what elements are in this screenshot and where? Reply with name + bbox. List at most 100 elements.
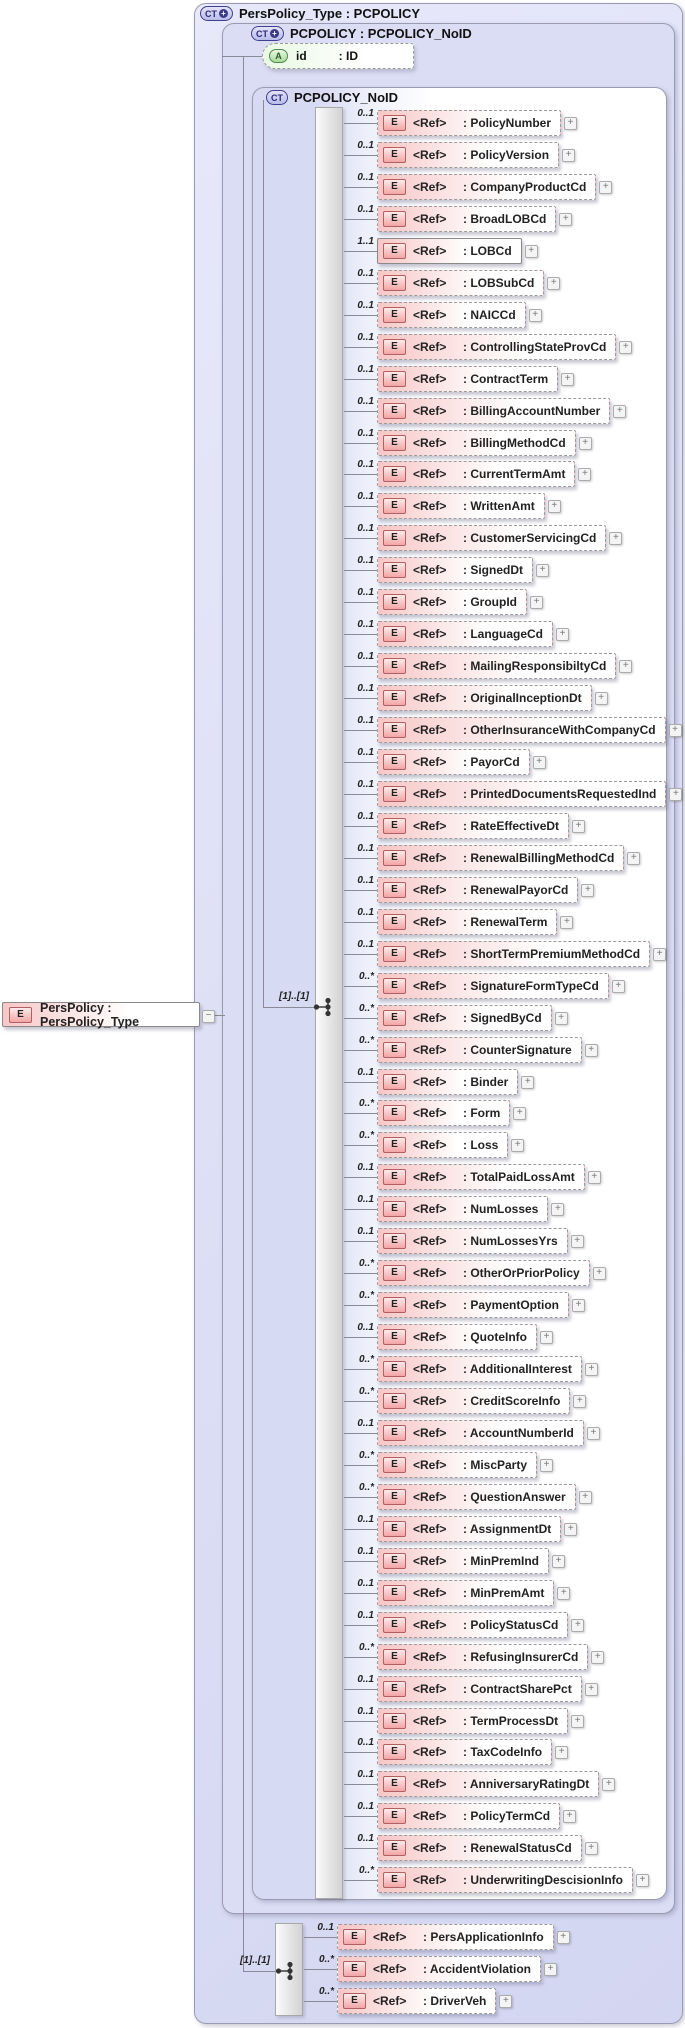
expand-icon[interactable]: + bbox=[556, 627, 569, 641]
element-ref-Form[interactable]: E <Ref>: Form bbox=[377, 1100, 511, 1126]
expand-icon[interactable]: + bbox=[563, 1809, 577, 1823]
element-ref-CompanyProductCd[interactable]: E <Ref>: CompanyProductCd bbox=[377, 174, 597, 200]
element-ref-RefusingInsurerCd[interactable]: E <Ref>: RefusingInsurerCd bbox=[377, 1644, 589, 1670]
element-ref-RenewalPayorCd[interactable]: E <Ref>: RenewalPayorCd bbox=[377, 877, 579, 903]
expand-icon[interactable]: + bbox=[560, 915, 574, 929]
expand-icon[interactable]: + bbox=[564, 116, 578, 130]
expand-icon[interactable]: + bbox=[559, 212, 573, 226]
element-ref-QuestionAnswer[interactable]: E <Ref>: QuestionAnswer bbox=[377, 1484, 576, 1510]
expand-icon[interactable]: + bbox=[570, 1234, 584, 1248]
element-ref-PolicyTermCd[interactable]: E <Ref>: PolicyTermCd bbox=[377, 1803, 561, 1829]
element-ref-BillingAccountNumber[interactable]: E <Ref>: BillingAccountNumber bbox=[377, 398, 611, 424]
element-ref-Binder[interactable]: E <Ref>: Binder bbox=[377, 1069, 519, 1095]
element-ref-CustomerServicingCd[interactable]: E <Ref>: CustomerServicingCd bbox=[377, 525, 607, 551]
element-ref-AccidentViolation[interactable]: E <Ref>: AccidentViolation bbox=[337, 1956, 542, 1982]
expand-icon[interactable]: + bbox=[578, 1490, 592, 1504]
expand-icon[interactable]: + bbox=[584, 1043, 598, 1057]
element-ref-PrintedDocumentsRequestedInd[interactable]: E <Ref>: PrintedDocumentsRequestedInd bbox=[377, 781, 667, 807]
expand-icon[interactable]: + bbox=[627, 851, 641, 865]
expand-icon[interactable]: + bbox=[572, 819, 586, 833]
expand-icon[interactable]: + bbox=[524, 244, 538, 258]
element-ref-PolicyVersion[interactable]: E <Ref>: PolicyVersion bbox=[377, 142, 560, 168]
expand-icon[interactable]: + bbox=[592, 1266, 606, 1280]
expand-icon[interactable]: + bbox=[521, 1075, 535, 1089]
element-ref-TaxCodeInfo[interactable]: E <Ref>: TaxCodeInfo bbox=[377, 1739, 553, 1765]
element-ref-AccountNumberId[interactable]: E <Ref>: AccountNumberId bbox=[377, 1420, 584, 1446]
expand-icon[interactable]: + bbox=[561, 372, 575, 386]
element-ref-MailingResponsibiltyCd[interactable]: E <Ref>: MailingResponsibiltyCd bbox=[377, 653, 617, 679]
expand-icon[interactable]: + bbox=[532, 755, 546, 769]
element-ref-PolicyStatusCd[interactable]: E <Ref>: PolicyStatusCd bbox=[377, 1612, 569, 1638]
collapse-icon[interactable]: − bbox=[202, 1010, 215, 1023]
expand-icon[interactable]: + bbox=[599, 180, 613, 194]
expand-icon[interactable]: + bbox=[540, 1458, 554, 1472]
element-ref-AnniversaryRatingDt[interactable]: E <Ref>: AnniversaryRatingDt bbox=[377, 1771, 600, 1797]
expand-icon[interactable]: + bbox=[555, 1745, 569, 1759]
element-ref-RateEffectiveDt[interactable]: E <Ref>: RateEffectiveDt bbox=[377, 813, 570, 839]
element-ref-ShortTermPremiumMethodCd[interactable]: E <Ref>: ShortTermPremiumMethodCd bbox=[377, 941, 651, 967]
element-ref-TermProcessDt[interactable]: E <Ref>: TermProcessDt bbox=[377, 1708, 569, 1734]
expand-icon[interactable]: + bbox=[591, 1650, 605, 1664]
expand-icon[interactable]: + bbox=[554, 1011, 568, 1025]
element-ref-PersApplicationInfo[interactable]: E <Ref>: PersApplicationInfo bbox=[337, 1924, 554, 1950]
element-ref-SignedByCd[interactable]: E <Ref>: SignedByCd bbox=[377, 1005, 552, 1031]
element-ref-LOBSubCd[interactable]: E <Ref>: LOBSubCd bbox=[377, 270, 545, 296]
expand-icon[interactable]: + bbox=[564, 1522, 578, 1536]
expand-icon[interactable]: + bbox=[562, 148, 576, 162]
expand-icon[interactable]: + bbox=[511, 1138, 525, 1152]
element-ref-PaymentOption[interactable]: E <Ref>: PaymentOption bbox=[377, 1292, 570, 1318]
expand-icon[interactable]: + bbox=[551, 1202, 565, 1216]
element-ref-CurrentTermAmt[interactable]: E <Ref>: CurrentTermAmt bbox=[377, 461, 576, 487]
expand-icon[interactable]: + bbox=[668, 723, 682, 737]
expand-icon[interactable]: + bbox=[584, 1682, 598, 1696]
element-ref-OtherInsuranceWithCompanyCd[interactable]: E <Ref>: OtherInsuranceWithCompanyCd bbox=[377, 717, 666, 743]
expand-icon[interactable]: + bbox=[573, 1394, 587, 1408]
expand-icon[interactable]: + bbox=[636, 1873, 650, 1887]
element-ref-PayorCd[interactable]: E <Ref>: PayorCd bbox=[377, 749, 530, 775]
element-ref-NumLossesYrs[interactable]: E <Ref>: NumLossesYrs bbox=[377, 1228, 568, 1254]
element-ref-MiscParty[interactable]: E <Ref>: MiscParty bbox=[377, 1452, 538, 1478]
expand-icon[interactable]: + bbox=[539, 1330, 553, 1344]
element-ref-NumLosses[interactable]: E <Ref>: NumLosses bbox=[377, 1196, 549, 1222]
element-ref-NAICCd[interactable]: E <Ref>: NAICCd bbox=[377, 302, 526, 328]
expand-icon[interactable]: + bbox=[547, 499, 561, 513]
element-ref-RenewalBillingMethodCd[interactable]: E <Ref>: RenewalBillingMethodCd bbox=[377, 845, 625, 871]
expand-icon[interactable]: + bbox=[584, 1841, 598, 1855]
element-ref-DriverVeh[interactable]: E <Ref>: DriverVeh bbox=[337, 1988, 497, 2014]
expand-icon[interactable]: + bbox=[547, 276, 561, 290]
expand-icon[interactable]: + bbox=[513, 1106, 527, 1120]
element-ref-ContractSharePct[interactable]: E <Ref>: ContractSharePct bbox=[377, 1676, 582, 1702]
element-ref-SignatureFormTypeCd[interactable]: E <Ref>: SignatureFormTypeCd bbox=[377, 973, 609, 999]
element-ref-LOBCd[interactable]: E <Ref>: LOBCd bbox=[377, 238, 522, 264]
expand-icon[interactable]: + bbox=[556, 1930, 570, 1944]
element-ref-MinPremAmt[interactable]: E <Ref>: MinPremAmt bbox=[377, 1580, 555, 1606]
element-ref-UnderwritingDescisionInfo[interactable]: E <Ref>: UnderwritingDescisionInfo bbox=[377, 1867, 634, 1893]
element-ref-TotalPaidLossAmt[interactable]: E <Ref>: TotalPaidLossAmt bbox=[377, 1164, 585, 1190]
expand-icon[interactable]: + bbox=[594, 691, 608, 705]
expand-icon[interactable]: + bbox=[611, 979, 625, 993]
expand-icon[interactable]: + bbox=[552, 1554, 566, 1568]
element-ref-RenewalStatusCd[interactable]: E <Ref>: RenewalStatusCd bbox=[377, 1835, 582, 1861]
element-ref-RenewalTerm[interactable]: E <Ref>: RenewalTerm bbox=[377, 909, 558, 935]
element-ref-QuoteInfo[interactable]: E <Ref>: QuoteInfo bbox=[377, 1324, 537, 1350]
element-ref-OriginalInceptionDt[interactable]: E <Ref>: OriginalInceptionDt bbox=[377, 685, 592, 711]
expand-icon[interactable]: + bbox=[613, 404, 627, 418]
expand-icon[interactable]: + bbox=[619, 659, 633, 673]
expand-icon[interactable]: + bbox=[584, 1362, 598, 1376]
element-ref-CreditScoreInfo[interactable]: E <Ref>: CreditScoreInfo bbox=[377, 1388, 571, 1414]
expand-icon[interactable]: + bbox=[499, 1994, 513, 2008]
element-ref-BillingMethodCd[interactable]: E <Ref>: BillingMethodCd bbox=[377, 430, 576, 456]
element-ref-OtherOrPriorPolicy[interactable]: E <Ref>: OtherOrPriorPolicy bbox=[377, 1260, 590, 1286]
expand-icon[interactable]: + bbox=[609, 531, 623, 545]
expand-icon[interactable]: + bbox=[586, 1426, 600, 1440]
expand-icon[interactable]: + bbox=[557, 1586, 571, 1600]
expand-icon[interactable]: + bbox=[544, 1962, 558, 1976]
element-ref-SignedDt[interactable]: E <Ref>: SignedDt bbox=[377, 557, 533, 583]
element-ref-PolicyNumber[interactable]: E <Ref>: PolicyNumber bbox=[377, 110, 562, 136]
element-ref-ControllingStateProvCd[interactable]: E <Ref>: ControllingStateProvCd bbox=[377, 334, 617, 360]
element-ref-GroupId[interactable]: E <Ref>: GroupId bbox=[377, 589, 527, 615]
expand-icon[interactable]: + bbox=[619, 340, 633, 354]
element-perspolicy[interactable]: E PersPolicy : PersPolicy_Type bbox=[2, 1001, 200, 1029]
expand-icon[interactable]: + bbox=[578, 436, 592, 450]
expand-icon[interactable]: + bbox=[587, 1170, 601, 1184]
